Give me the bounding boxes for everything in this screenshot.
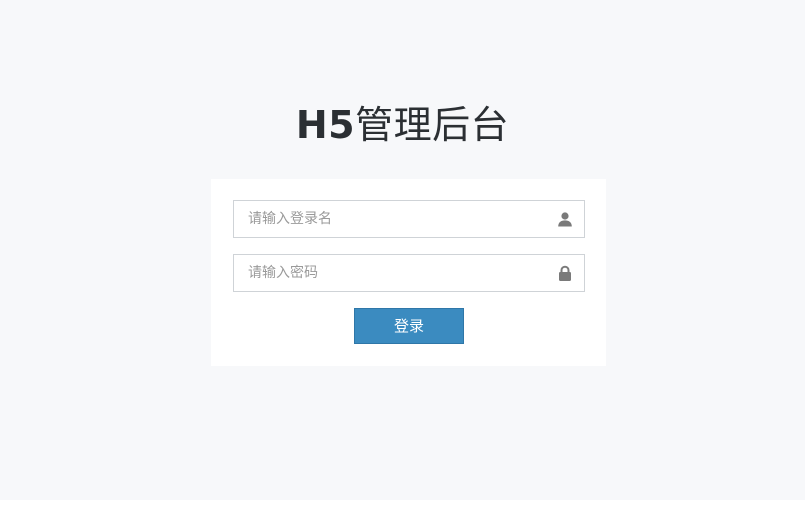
login-page: H5管理后台 登录 — [0, 0, 805, 500]
page-title-brand: H5 — [295, 103, 356, 147]
password-field-box — [233, 254, 585, 292]
username-field-box — [233, 200, 585, 238]
user-icon — [557, 211, 573, 227]
page-title: H5管理后台 — [0, 98, 805, 152]
password-input[interactable] — [234, 255, 558, 291]
username-input[interactable] — [234, 201, 558, 237]
login-card: 登录 — [211, 179, 606, 366]
page-title-suffix: 管理后台 — [355, 103, 510, 147]
login-button[interactable]: 登录 — [354, 308, 464, 344]
lock-icon — [557, 265, 573, 281]
